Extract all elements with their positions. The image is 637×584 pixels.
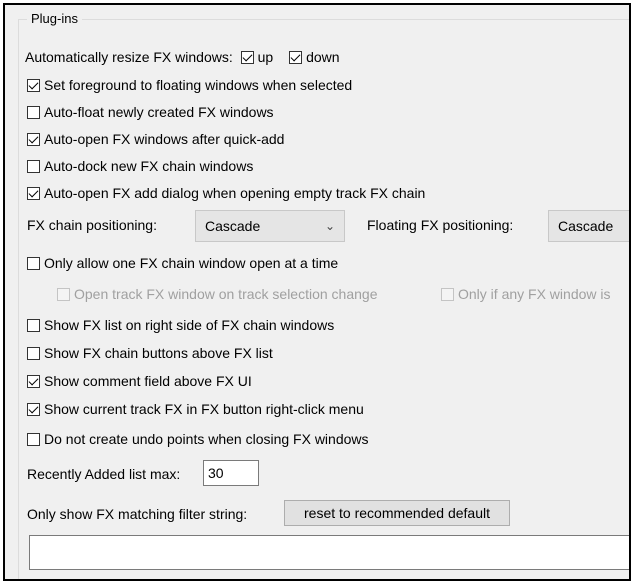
- filter-label: Only show FX matching filter string:: [27, 506, 248, 522]
- checkbox-icon: [57, 287, 70, 301]
- group-title: Plug-ins: [27, 11, 82, 26]
- checkbox-icon: [27, 78, 40, 92]
- select-value: Cascade: [205, 218, 261, 234]
- floating-positioning-label: Floating FX positioning:: [367, 217, 514, 233]
- recent-max-input[interactable]: 30: [203, 460, 259, 486]
- resize-row: Automatically resize FX windows: up down: [25, 49, 340, 65]
- option-comment-field[interactable]: Show comment field above FX UI: [27, 373, 252, 389]
- option-fx-list-right[interactable]: Show FX list on right side of FX chain w…: [27, 317, 334, 333]
- option-no-undo-points[interactable]: Do not create undo points when closing F…: [27, 431, 369, 447]
- option-label: Only if any FX window is: [458, 286, 611, 302]
- option-label: Auto-float newly created FX windows: [44, 104, 274, 120]
- option-chain-buttons-above[interactable]: Show FX chain buttons above FX list: [27, 345, 273, 361]
- option-label: Only allow one FX chain window open at a…: [44, 255, 339, 271]
- option-set-foreground[interactable]: Set foreground to floating windows when …: [27, 77, 352, 93]
- option-label: Auto-open FX add dialog when opening emp…: [44, 185, 426, 201]
- checkbox-icon: [27, 256, 40, 270]
- option-auto-open-add-dialog[interactable]: Auto-open FX add dialog when opening emp…: [27, 185, 425, 201]
- checkbox-icon: [27, 105, 40, 119]
- checkbox-icon: [27, 159, 40, 173]
- option-auto-open-quick-add[interactable]: Auto-open FX windows after quick-add: [27, 131, 284, 147]
- checkbox-icon: [289, 50, 303, 64]
- option-label: Set foreground to floating windows when …: [44, 77, 353, 93]
- checkbox-icon: [27, 132, 40, 146]
- checkbox-icon: [240, 50, 254, 64]
- resize-down-label: down: [306, 49, 340, 65]
- option-only-if-fx-window[interactable]: Only if any FX window is: [441, 286, 611, 302]
- option-open-track-on-selection[interactable]: Open track FX window on track selection …: [57, 286, 378, 302]
- option-current-track-fx-menu[interactable]: Show current track FX in FX button right…: [27, 401, 364, 417]
- floating-positioning-select[interactable]: Cascade: [548, 210, 629, 242]
- option-label: Show comment field above FX UI: [44, 373, 252, 389]
- option-label: Show current track FX in FX button right…: [44, 401, 364, 417]
- recent-max-label: Recently Added list max:: [27, 466, 181, 482]
- preferences-panel: Plug-ins Automatically resize FX windows…: [3, 3, 631, 581]
- checkbox-icon: [27, 346, 40, 360]
- resize-down-checkbox[interactable]: down: [289, 49, 340, 65]
- option-auto-float[interactable]: Auto-float newly created FX windows: [27, 104, 274, 120]
- fx-chain-positioning-select[interactable]: Cascade ⌄: [195, 210, 345, 242]
- checkbox-icon: [441, 287, 454, 301]
- filter-string-input[interactable]: [29, 535, 629, 570]
- checkbox-icon: [27, 374, 40, 388]
- resize-label: Automatically resize FX windows:: [25, 49, 233, 65]
- option-label: Show FX chain buttons above FX list: [44, 345, 273, 361]
- option-label: Do not create undo points when closing F…: [44, 431, 369, 447]
- chevron-down-icon: ⌄: [324, 219, 335, 233]
- option-one-chain-window[interactable]: Only allow one FX chain window open at a…: [27, 255, 338, 271]
- checkbox-icon: [27, 402, 40, 416]
- checkbox-icon: [27, 432, 40, 446]
- select-value: Cascade: [558, 218, 614, 234]
- resize-up-checkbox[interactable]: up: [240, 49, 277, 65]
- option-label: Auto-open FX windows after quick-add: [44, 131, 285, 147]
- option-label: Auto-dock new FX chain windows: [44, 158, 254, 174]
- option-label: Open track FX window on track selection …: [74, 286, 378, 302]
- checkbox-icon: [27, 318, 40, 332]
- reset-default-button[interactable]: reset to recommended default: [284, 500, 510, 526]
- option-label: Show FX list on right side of FX chain w…: [44, 317, 335, 333]
- fx-chain-positioning-label: FX chain positioning:: [27, 217, 157, 233]
- checkbox-icon: [27, 186, 40, 200]
- resize-up-label: up: [257, 49, 274, 65]
- option-auto-dock[interactable]: Auto-dock new FX chain windows: [27, 158, 253, 174]
